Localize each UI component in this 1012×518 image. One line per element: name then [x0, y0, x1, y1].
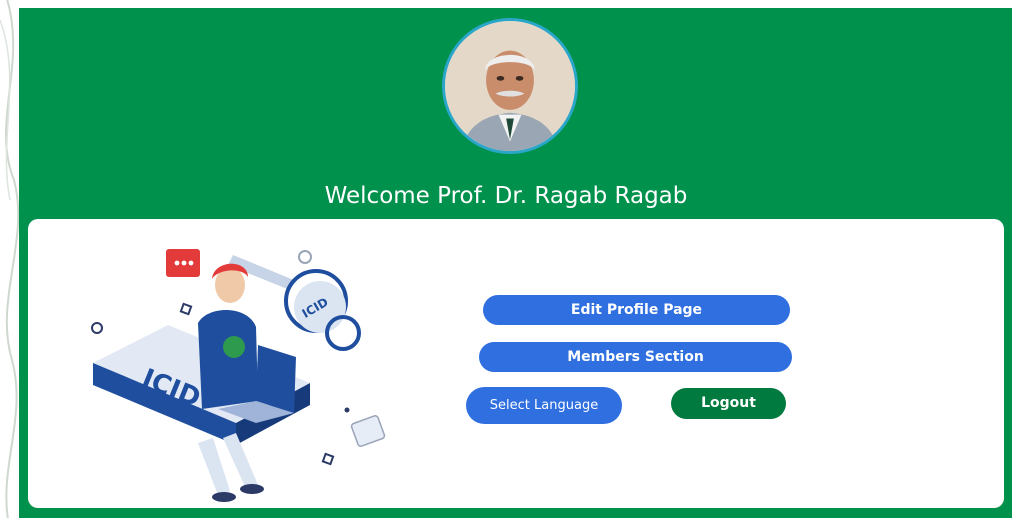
select-language-button[interactable]: Select Language	[466, 387, 622, 424]
edit-profile-button[interactable]: Edit Profile Page	[483, 295, 790, 325]
members-section-button[interactable]: Members Section	[479, 342, 792, 372]
welcome-message: Welcome Prof. Dr. Ragab Ragab	[324, 183, 688, 209]
logout-button[interactable]: Logout	[671, 388, 786, 419]
background-decoration	[0, 0, 20, 518]
chat-bubble-icon	[166, 249, 200, 277]
person-figure	[198, 263, 264, 502]
chat-box-icon	[350, 415, 386, 447]
profile-photo	[442, 18, 578, 154]
icid-illustration: ICID ICID	[91, 249, 386, 502]
